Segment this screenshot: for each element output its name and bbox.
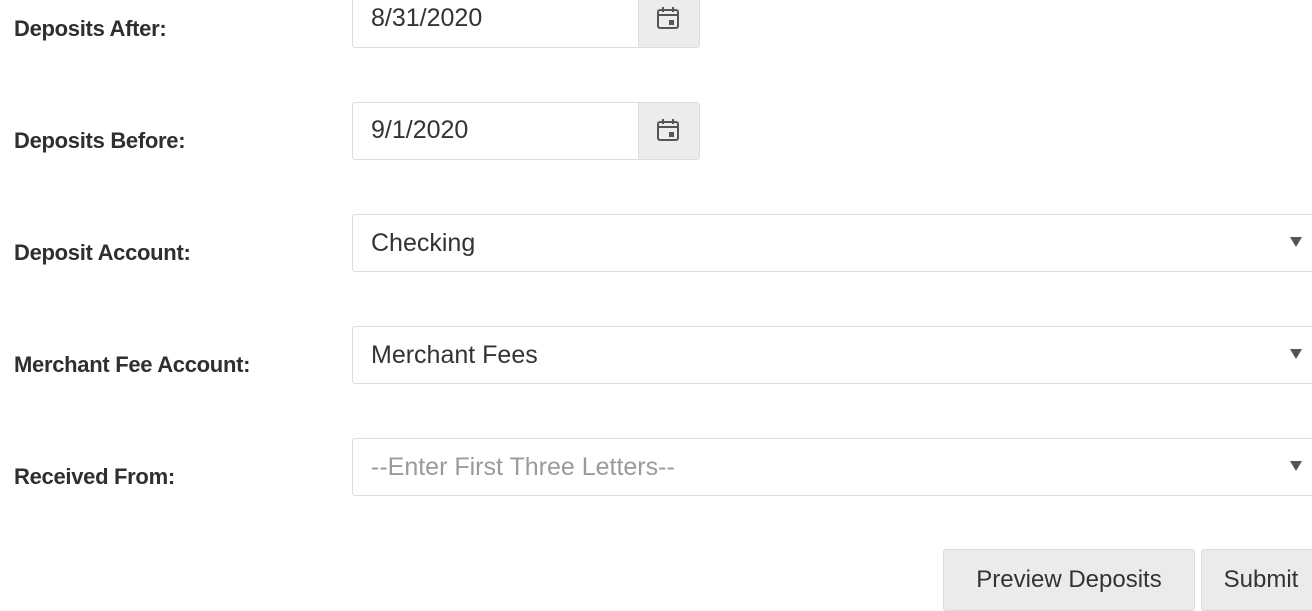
deposits-after-calendar-button[interactable] xyxy=(638,0,699,47)
deposits-after-label: Deposits After: xyxy=(14,16,167,41)
received-from-label: Received From: xyxy=(14,464,175,489)
deposits-before-row: Deposits Before: 9/1/2020 xyxy=(0,102,1312,172)
deposits-after-field[interactable]: 8/31/2020 xyxy=(352,0,700,48)
received-from-select[interactable]: --Enter First Three Letters-- xyxy=(352,438,1312,496)
received-from-placeholder[interactable]: --Enter First Three Letters-- xyxy=(371,453,675,482)
deposits-before-label: Deposits Before: xyxy=(14,128,186,153)
deposits-before-input[interactable]: 9/1/2020 xyxy=(371,116,468,145)
received-from-row: Received From: --Enter First Three Lette… xyxy=(0,438,1312,508)
deposit-account-label: Deposit Account: xyxy=(14,240,191,265)
merchant-fee-account-label: Merchant Fee Account: xyxy=(14,352,251,377)
caret-down-icon[interactable] xyxy=(1290,461,1302,471)
caret-down-icon[interactable] xyxy=(1290,237,1302,247)
calendar-icon xyxy=(657,119,679,141)
deposit-account-select[interactable]: Checking xyxy=(352,214,1312,272)
calendar-icon xyxy=(657,7,679,29)
deposits-after-input[interactable]: 8/31/2020 xyxy=(371,4,482,33)
deposits-before-calendar-button[interactable] xyxy=(638,103,699,159)
caret-down-icon[interactable] xyxy=(1290,349,1302,359)
deposit-account-row: Deposit Account: Checking xyxy=(0,214,1312,284)
merchant-fee-account-row: Merchant Fee Account: Merchant Fees xyxy=(0,326,1312,396)
deposits-before-field[interactable]: 9/1/2020 xyxy=(352,102,700,160)
merchant-fee-account-value: Merchant Fees xyxy=(371,341,538,369)
preview-deposits-button[interactable]: Preview Deposits xyxy=(943,549,1195,611)
submit-button[interactable]: Submit xyxy=(1201,549,1312,611)
deposit-account-value: Checking xyxy=(371,229,476,257)
merchant-fee-account-select[interactable]: Merchant Fees xyxy=(352,326,1312,384)
deposits-after-row: Deposits After: 8/31/2020 xyxy=(0,0,1312,60)
